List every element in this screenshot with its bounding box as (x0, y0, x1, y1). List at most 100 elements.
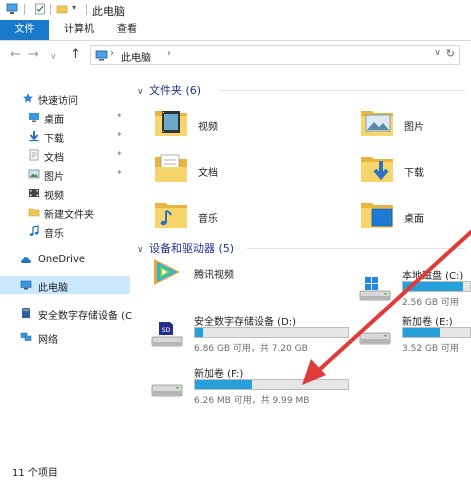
recent-locations-button[interactable]: ∨ (50, 50, 57, 64)
device-name: 腾讯视频 (194, 270, 234, 281)
sidebar-item-label: 此电脑 (38, 283, 68, 294)
sidebar-item-label: 网络 (38, 335, 58, 346)
sidebar-item-this-pc[interactable]: 此电脑 (0, 276, 130, 294)
up-button[interactable]: ↑ (70, 48, 81, 62)
capacity-bar (194, 327, 349, 338)
capacity-fill (195, 328, 203, 337)
sidebar-item-label: 快速访问 (38, 96, 78, 107)
document-icon (29, 149, 39, 161)
back-button[interactable]: ← (10, 48, 21, 62)
device-item-drive-e[interactable]: 新加卷 (E:) 3.52 GB 可用 (358, 313, 471, 361)
sidebar-item-label: 视频 (44, 191, 64, 202)
folder-icon (28, 208, 40, 217)
folder-item-pictures[interactable]: 图片 (360, 107, 471, 145)
sidebar-item-label: OneDrive (38, 254, 86, 265)
computer-icon[interactable] (6, 3, 18, 15)
device-item-tencent-video[interactable]: 腾讯视频 (150, 257, 350, 305)
desktop-folder-icon (361, 203, 393, 228)
capacity-bar (194, 379, 349, 390)
sidebar-item-pictures[interactable]: 图片 ✦ (0, 165, 130, 183)
device-name: 新加卷 (F:) (194, 369, 244, 380)
chevron-down-icon[interactable]: ▾ (72, 3, 84, 15)
folder-label: 下载 (404, 168, 424, 179)
capacity-bar (402, 281, 471, 292)
video-folder-icon (155, 111, 187, 136)
folder-label: 文档 (198, 168, 218, 179)
sidebar-item-downloads[interactable]: 下载 ✦ (0, 127, 130, 145)
tab-view[interactable]: 查看 (107, 20, 147, 40)
status-bar: 11 个项目 (0, 458, 471, 482)
tab-file[interactable]: 文件 (0, 20, 49, 40)
sidebar-item-label: 安全数字存储设备 (C (38, 311, 133, 322)
sidebar-item-sd-card[interactable]: 安全数字存储设备 (C (0, 304, 133, 322)
forward-button[interactable]: → (28, 48, 39, 62)
download-folder-icon (361, 157, 393, 182)
ribbon: 文件 计算机 查看 (0, 20, 471, 41)
chevron-down-icon[interactable]: ∨ (137, 87, 149, 97)
computer-icon (20, 280, 32, 290)
folder-item-documents[interactable]: 文档 (154, 153, 304, 191)
folder-item-desktop[interactable]: 桌面 (360, 199, 471, 237)
chevron-right-icon[interactable]: › (110, 48, 114, 59)
hard-drive-icon (151, 384, 183, 397)
sidebar-item-quick-access[interactable]: 快速访问 (0, 89, 130, 107)
pin-icon[interactable]: ✦ (116, 111, 123, 120)
sidebar-item-documents[interactable]: 文档 ✦ (0, 146, 130, 164)
separator (86, 4, 87, 15)
sidebar-item-onedrive[interactable]: OneDrive (0, 251, 130, 269)
pin-icon[interactable]: ✦ (116, 149, 123, 158)
folder-label: 图片 (404, 122, 424, 133)
address-bar[interactable]: › 此电脑 › ∨ ↻ (90, 45, 460, 65)
new-folder-icon[interactable] (56, 3, 68, 15)
folder-item-downloads[interactable]: 下载 (360, 153, 471, 191)
device-item-drive-c[interactable]: 本地磁盘 (C:) 2.56 GB 可用 (358, 267, 471, 315)
sidebar-item-music[interactable]: 音乐 (0, 222, 130, 240)
properties-icon[interactable] (34, 3, 46, 15)
sidebar-item-network[interactable]: 网络 (0, 328, 130, 346)
star-icon (23, 93, 33, 103)
tencent-video-icon (154, 259, 180, 285)
folder-item-music[interactable]: 音乐 (154, 199, 304, 237)
sidebar-item-label: 新建文件夹 (44, 210, 94, 221)
device-item-drive-d[interactable]: SD 安全数字存储设备 (D:) 6.86 GB 可用，共 7.20 GB (150, 313, 350, 361)
sidebar-item-desktop[interactable]: 桌面 ✦ (0, 108, 130, 126)
devices-group-header[interactable]: ∨ 设备和驱动器 (5) (137, 240, 234, 256)
content-pane: ∨ 文件夹 (6) 视频 图片 文档 下载 音乐 桌面 ∨ 设备和驱动器 (5) 腾… (131, 71, 471, 458)
separator (24, 4, 25, 15)
sidebar-item-label: 文档 (44, 153, 64, 164)
refresh-icon[interactable]: ↻ (446, 47, 455, 60)
picture-folder-icon (361, 111, 393, 136)
pin-icon[interactable]: ✦ (116, 130, 123, 139)
sidebar-item-label: 音乐 (44, 229, 64, 240)
sidebar-item-videos[interactable]: 视频 (0, 184, 130, 202)
windows-drive-icon (359, 277, 391, 301)
address-row: ← → ∨ ↑ › 此电脑 › ∨ ↻ (0, 41, 471, 71)
sidebar-item-new-folder[interactable]: 新建文件夹 (0, 203, 130, 221)
device-name: 安全数字存储设备 (D:) (194, 317, 297, 328)
window-title: 此电脑 (92, 5, 125, 18)
chevron-down-icon[interactable]: ∨ (137, 245, 149, 255)
chevron-right-icon[interactable]: › (167, 48, 171, 59)
navigation-pane: 快速访问 桌面 ✦ 下载 ✦ 文档 ✦ 图片 ✦ 视频 新建文件夹 音乐 One… (0, 71, 133, 458)
capacity-bar (402, 327, 471, 338)
chevron-down-icon[interactable]: ∨ (434, 48, 441, 58)
sd-card-icon (22, 308, 30, 318)
device-size: 6.26 MB 可用，共 9.99 MB (194, 396, 310, 406)
svg-text:SD: SD (162, 327, 171, 334)
hard-drive-icon (359, 332, 391, 345)
title-bar: ▾ 此电脑 (0, 0, 471, 20)
item-count: 11 个项目 (12, 468, 58, 479)
folder-label: 音乐 (198, 214, 218, 225)
picture-icon (28, 169, 40, 179)
pin-icon[interactable]: ✦ (116, 168, 123, 177)
group-title: 文件夹 (6) (149, 84, 202, 97)
device-size: 3.52 GB 可用 (402, 344, 459, 354)
sidebar-item-label: 桌面 (44, 115, 64, 126)
device-item-drive-f[interactable]: 新加卷 (F:) 6.26 MB 可用，共 9.99 MB (150, 365, 350, 413)
folders-group-header[interactable]: ∨ 文件夹 (6) (137, 82, 201, 98)
desktop-icon (29, 113, 39, 122)
device-size: 2.56 GB 可用 (402, 298, 459, 308)
music-icon (29, 225, 39, 236)
tab-computer[interactable]: 计算机 (53, 20, 105, 40)
folder-item-videos[interactable]: 视频 (154, 107, 304, 145)
